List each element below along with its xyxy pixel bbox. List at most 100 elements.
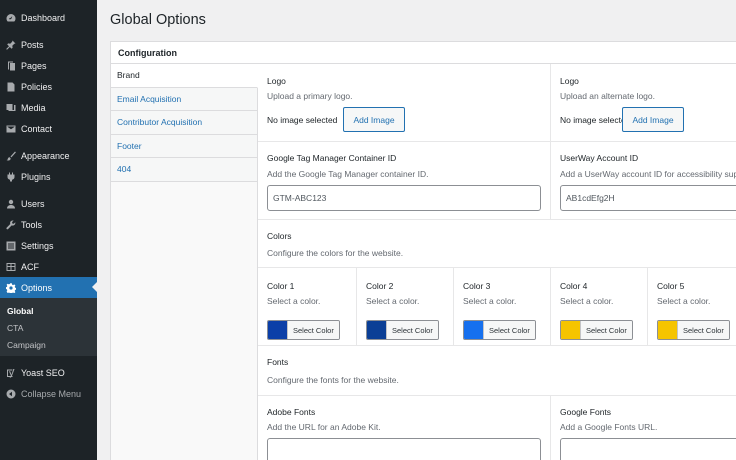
menu-contact[interactable]: Contact [0,118,97,139]
color-picker[interactable]: Select Color [463,320,536,340]
menu-label: Settings [21,240,54,251]
google-fonts-input[interactable] [560,438,736,460]
field-description: Select a color. [657,296,711,306]
pin-icon [6,40,16,50]
document-icon [6,82,16,92]
menu-yoast[interactable]: Yoast SEO [0,362,97,383]
alt-logo-field: Logo Upload an alternate logo. No image … [550,64,736,141]
select-color-button[interactable]: Select Color [580,321,632,339]
yoast-icon [6,368,16,378]
font-urls-row: Adobe Fonts Add the URL for an Adobe Kit… [258,396,736,460]
gear-icon [6,282,16,293]
menu-users[interactable]: Users [0,193,97,214]
submenu-cta[interactable]: CTA [0,319,97,336]
fonts-group: Fonts Configure the fonts for the websit… [258,346,736,396]
tab-list: Brand Email Acquisition Contributor Acqu… [111,64,258,460]
field-description: Add the Google Tag Manager container ID. [267,169,429,179]
color-picker[interactable]: Select Color [657,320,730,340]
tab-contributor-acquisition[interactable]: Contributor Acquisition [111,111,257,135]
menu-policies[interactable]: Policies [0,76,97,97]
admin-menu: Dashboard Posts Pages Policies Media Con… [0,0,97,298]
field-label: Color 3 [463,281,491,291]
menu-label: Tools [21,219,43,230]
menu-media[interactable]: Media [0,97,97,118]
menu-tools[interactable]: Tools [0,214,97,235]
pages-icon [6,61,16,71]
menu-appearance[interactable]: Appearance [0,145,97,166]
menu-options[interactable]: Options [0,277,97,298]
gtm-input[interactable]: GTM-ABC123 [267,185,541,211]
select-color-button[interactable]: Select Color [287,321,339,339]
submenu-campaign[interactable]: Campaign [0,336,97,353]
color-5-field: Color 5 Select a color. Select Color [647,268,736,345]
field-label: Color 5 [657,281,685,291]
color-swatch [658,321,677,339]
field-label: Color 4 [560,281,588,291]
logo-field: Logo Upload a primary logo. No image sel… [258,64,550,141]
field-description: Select a color. [560,296,614,306]
tab-404[interactable]: 404 [111,158,257,182]
color-3-field: Color 3 Select a color. Select Color [453,268,550,345]
color-swatch [367,321,386,339]
field-label: UserWay Account ID [560,153,639,163]
submenu-global[interactable]: Global [0,302,97,319]
color-swatch [464,321,483,339]
group-label: Fonts [267,357,289,367]
field-label: Logo [267,76,286,86]
menu-label: Media [21,102,46,113]
menu-label: Dashboard [21,12,66,23]
menu-label: Yoast SEO [21,367,65,378]
logo-row: Logo Upload a primary logo. No image sel… [258,64,736,142]
menu-label: ACF [21,261,39,272]
panel-title: Configuration [111,42,736,64]
menu-label: Collapse Menu [21,388,82,399]
tab-brand[interactable]: Brand [111,64,258,88]
color-picker[interactable]: Select Color [560,320,633,340]
google-fonts-field: Google Fonts Add a Google Fonts URL. [550,396,736,460]
color-picker[interactable]: Select Color [267,320,340,340]
admin-menu-bottom: Yoast SEO Collapse Menu [0,356,97,404]
acf-icon [6,262,16,272]
field-label: Adobe Fonts [267,407,316,417]
field-description: Upload an alternate logo. [560,91,655,101]
colors-group: Colors Configure the colors for the webs… [258,220,736,268]
menu-acf[interactable]: ACF [0,256,97,277]
collapse-icon [6,389,16,399]
wrench-icon [6,219,16,230]
add-image-button[interactable]: Add Image [622,107,684,132]
tab-email-acquisition[interactable]: Email Acquisition [111,87,257,111]
menu-posts[interactable]: Posts [0,34,97,55]
no-image-text: No image selected [560,115,631,125]
field-description: Select a color. [267,296,321,306]
select-color-button[interactable]: Select Color [483,321,535,339]
menu-collapse[interactable]: Collapse Menu [0,383,97,404]
menu-plugins[interactable]: Plugins [0,166,97,187]
configuration-panel: Configuration Brand Email Acquisition Co… [110,41,736,460]
field-description: Select a color. [366,296,420,306]
color-4-field: Color 4 Select a color. Select Color [550,268,647,345]
menu-label: Options [21,282,53,293]
adobe-fonts-field: Adobe Fonts Add the URL for an Adobe Kit… [258,396,550,460]
field-label: Google Fonts [560,407,612,417]
group-description: Configure the fonts for the website. [267,375,399,385]
menu-settings[interactable]: Settings [0,235,97,256]
adobe-fonts-input[interactable] [267,438,541,460]
users-icon [6,199,16,209]
color-swatch [561,321,580,339]
tab-content: Logo Upload a primary logo. No image sel… [258,64,736,460]
menu-pages[interactable]: Pages [0,55,97,76]
group-description: Configure the colors for the website. [267,248,404,258]
color-picker[interactable]: Select Color [366,320,439,340]
paintbrush-icon [6,151,16,161]
select-color-button[interactable]: Select Color [677,321,729,339]
menu-dashboard[interactable]: Dashboard [0,7,97,28]
select-color-button[interactable]: Select Color [386,321,438,339]
add-image-button[interactable]: Add Image [343,107,405,132]
field-description: Add the URL for an Adobe Kit. [267,422,381,432]
field-label: Google Tag Manager Container ID [267,153,397,163]
userway-input[interactable]: AB1cdEfg2H [560,185,736,211]
field-label: Color 2 [366,281,394,291]
menu-label: Users [21,198,45,209]
field-description: Upload a primary logo. [267,91,353,101]
tab-footer[interactable]: Footer [111,134,257,158]
